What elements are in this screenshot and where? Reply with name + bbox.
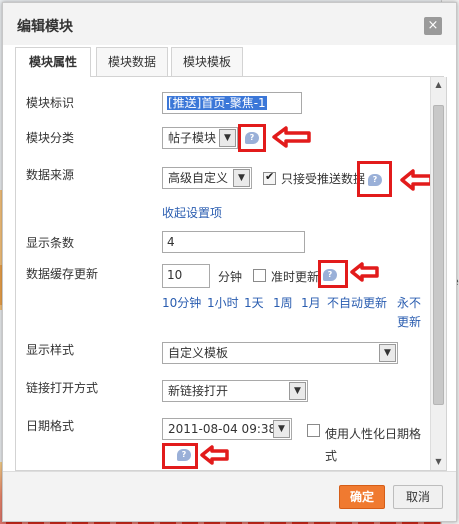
display-style-label: 显示样式 (26, 343, 75, 357)
annotation-arrow-icon (272, 126, 311, 148)
display-count-input[interactable]: 4 (162, 231, 305, 253)
tab-module-data[interactable]: 模块数据 (96, 47, 168, 77)
data-source-select[interactable]: 高级自定义 ▼ (162, 167, 252, 189)
date-format-value: 2011-08-04 09:38 (168, 422, 277, 436)
push-only-checkbox[interactable] (263, 170, 276, 185)
display-count-label: 显示条数 (26, 236, 75, 250)
ok-button[interactable]: 确定 (339, 485, 385, 509)
module-category-select[interactable]: 帖子模块 ▼ (162, 127, 238, 149)
cache-link-1day[interactable]: 1天 (244, 294, 264, 311)
module-id-input[interactable]: [推送]首页-聚焦-1 (162, 92, 302, 114)
link-open-label: 链接打开方式 (26, 381, 99, 395)
cache-minutes-input[interactable]: 10 (162, 264, 210, 288)
cache-link-1hour[interactable]: 1小时 (207, 294, 239, 311)
chevron-down-icon: ▼ (233, 169, 250, 187)
scroll-down-icon[interactable]: ▼ (431, 454, 446, 470)
cache-link-1week[interactable]: 1周 (273, 294, 293, 311)
edit-module-dialog: 编辑模块 × 模块属性 模块数据 模块模板 模块标识 [推送]首页-聚焦-1 模… (2, 2, 457, 522)
module-id-value: [推送]首页-聚焦-1 (167, 96, 267, 110)
chevron-down-icon: ▼ (219, 129, 236, 147)
cache-unit: 分钟 (218, 270, 243, 284)
panel-scrollbar[interactable]: ▲ ▼ (430, 77, 446, 470)
cache-link-no-auto[interactable]: 不自动更新 (327, 294, 387, 311)
cancel-button[interactable]: 取消 (393, 485, 443, 509)
properties-panel: 模块标识 [推送]首页-聚焦-1 模块分类 帖子模块 ▼ ? 数据来源 高级自定… (15, 77, 447, 471)
module-id-label: 模块标识 (26, 96, 75, 110)
tab-module-properties[interactable]: 模块属性 (15, 47, 91, 78)
tab-module-template[interactable]: 模块模板 (171, 47, 243, 77)
close-button[interactable]: × (424, 17, 442, 35)
annotation-arrow-icon (350, 262, 379, 282)
dialog-titlebar: 编辑模块 × (3, 3, 456, 45)
annotation-arrow-icon (400, 169, 433, 191)
humanized-date-label: 使用人性化日期格式 (325, 427, 422, 463)
on-time-update-label: 准时更新 (271, 270, 320, 284)
cache-link-1month[interactable]: 1月 (301, 294, 321, 311)
help-icon[interactable]: ? (177, 449, 191, 461)
collapse-settings-link[interactable]: 收起设置项 (162, 204, 222, 221)
chevron-down-icon: ▼ (289, 382, 306, 400)
date-format-label: 日期格式 (26, 419, 75, 433)
dialog-title: 编辑模块 (17, 19, 73, 35)
cache-link-10min[interactable]: 10分钟 (162, 294, 201, 311)
data-source-label: 数据来源 (26, 168, 75, 182)
help-icon[interactable]: ? (368, 174, 382, 186)
data-source-value: 高级自定义 (168, 171, 229, 185)
module-category-value: 帖子模块 (168, 131, 217, 145)
display-style-select[interactable]: 自定义模板 ▼ (162, 342, 398, 364)
humanized-date-checkbox[interactable] (307, 424, 320, 437)
link-open-value: 新链接打开 (168, 384, 229, 398)
push-only-label: 只接受推送数据 (281, 172, 366, 186)
module-category-label: 模块分类 (26, 131, 75, 145)
on-time-update-checkbox[interactable] (253, 269, 266, 282)
scroll-up-icon[interactable]: ▲ (431, 77, 446, 93)
date-format-select[interactable]: 2011-08-04 09:38 ▼ (162, 418, 292, 440)
cache-link-never[interactable]: 永不更新 (397, 294, 421, 332)
link-open-select[interactable]: 新链接打开 ▼ (162, 380, 308, 402)
chevron-down-icon: ▼ (273, 420, 290, 438)
scroll-thumb[interactable] (433, 105, 444, 405)
help-icon[interactable]: ? (245, 132, 259, 144)
annotation-arrow-icon (200, 445, 229, 465)
help-icon[interactable]: ? (323, 269, 337, 281)
display-style-value: 自定义模板 (168, 346, 229, 360)
chevron-down-icon: ▼ (379, 344, 396, 362)
dialog-footer: 确定 取消 (3, 471, 456, 521)
cache-update-label: 数据缓存更新 (26, 267, 99, 281)
